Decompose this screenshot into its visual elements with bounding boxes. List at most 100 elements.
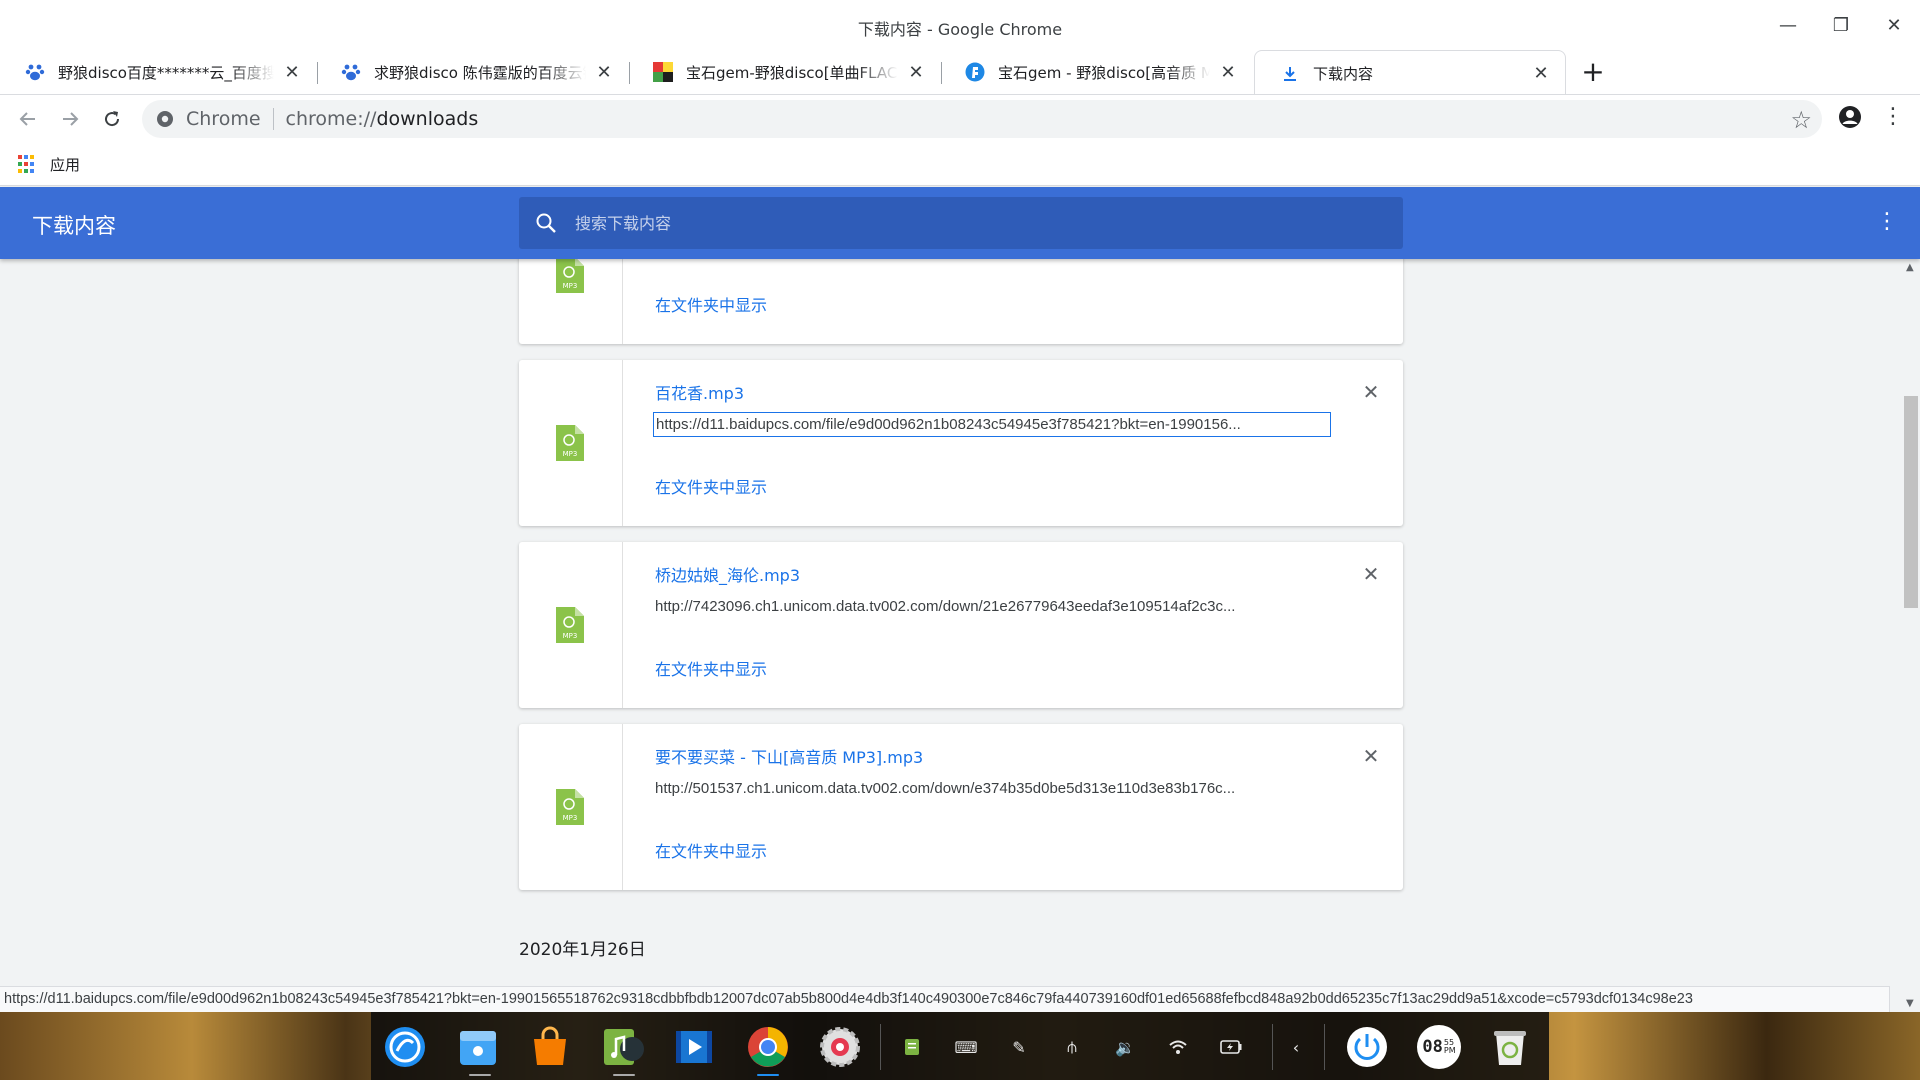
close-window-button[interactable]: ✕	[1880, 12, 1908, 38]
scrollbar-track[interactable]	[1902, 259, 1920, 1013]
reload-icon	[105, 111, 120, 127]
running-indicator	[757, 1074, 779, 1076]
clock-widget[interactable]: 08 55 PM	[1417, 1025, 1461, 1069]
battery-tray-icon[interactable]	[1218, 1034, 1244, 1060]
tab-label: 求野狼disco 陈伟霆版的百度云链接	[374, 63, 586, 82]
reload-button[interactable]	[96, 103, 128, 135]
collapse-tray-icon[interactable]: ‹	[1283, 1034, 1309, 1060]
omnibox-divider	[272, 108, 274, 130]
apps-bookmark[interactable]: 应用	[18, 154, 80, 175]
close-tab-icon[interactable]: ✕	[906, 62, 926, 83]
file-manager-icon[interactable]	[456, 1025, 500, 1069]
dock-separator	[880, 1024, 881, 1070]
music-player-icon[interactable]	[600, 1025, 644, 1069]
page-title: 下载内容	[32, 214, 116, 238]
mp3-file-icon: MP3	[556, 789, 584, 825]
tab-1[interactable]: 野狼disco百度*******云_百度搜索 ✕	[0, 50, 318, 94]
download-item: MP3 要不要买菜 - 下山[高音质 MP3].mp3 http://50153…	[519, 724, 1403, 890]
svg-text:MP3: MP3	[563, 632, 578, 640]
tab-label: 下载内容	[1313, 65, 1374, 83]
power-icon[interactable]	[1345, 1025, 1389, 1069]
forward-button[interactable]	[54, 103, 86, 135]
show-in-folder-link[interactable]: 在文件夹中显示	[655, 838, 767, 862]
search-input[interactable]	[575, 213, 1355, 233]
mp3-file-icon: MP3	[556, 259, 584, 293]
tab-4[interactable]: 宝石gem - 野狼disco[高音质 MP3] ✕	[940, 50, 1252, 94]
chrome-menu-icon[interactable]: ⋮	[1882, 104, 1904, 129]
window-title: 下载内容 - Google Chrome	[857, 20, 1063, 39]
address-bar[interactable]: Chrome chrome://downloads ☆	[142, 100, 1822, 138]
clock-suffix-group: 55 PM	[1444, 1039, 1456, 1055]
dock-separator	[1324, 1024, 1325, 1070]
tab-strip: 野狼disco百度*******云_百度搜索 ✕ 求野狼disco 陈伟霆版的百…	[0, 50, 1920, 96]
downloads-toolbar: 下载内容 ⋮	[0, 187, 1920, 259]
profile-avatar-icon[interactable]	[1838, 105, 1862, 129]
wifi-tray-icon[interactable]	[1165, 1034, 1191, 1060]
close-tab-icon[interactable]: ✕	[1531, 63, 1551, 84]
new-tab-button[interactable]: +	[1578, 58, 1608, 86]
video-player-icon[interactable]	[672, 1025, 716, 1069]
download-item: MP3 桥边姑娘_海伦.mp3 http://7423096.ch1.unico…	[519, 542, 1403, 708]
scroll-down-arrow-icon[interactable]: ▼	[1906, 998, 1914, 1009]
tab-label: 宝石gem-野狼disco[单曲FLAC+MP3]	[686, 63, 898, 82]
minimize-button[interactable]: —	[1774, 12, 1802, 38]
file-icon-column: MP3	[519, 542, 623, 708]
clock-time: 08	[1422, 1037, 1443, 1057]
omnibox-chip: Chrome	[186, 108, 261, 130]
file-name-link[interactable]: 桥边姑娘_海伦.mp3	[655, 562, 800, 586]
download-icon	[1279, 63, 1301, 85]
tab-downloads[interactable]: 下载内容 ✕	[1254, 50, 1566, 96]
baidu-paw-icon	[24, 61, 46, 83]
chrome-icon[interactable]	[746, 1025, 790, 1069]
app-store-icon[interactable]	[528, 1025, 572, 1069]
downloads-menu-icon[interactable]: ⋮	[1876, 209, 1898, 234]
trash-icon[interactable]	[1488, 1025, 1532, 1069]
usb-tray-icon[interactable]: ⫛	[1059, 1034, 1085, 1060]
running-indicator	[613, 1074, 635, 1076]
svg-text:MP3: MP3	[563, 814, 578, 822]
close-tab-icon[interactable]: ✕	[1218, 62, 1238, 83]
link-status-bubble: https://d11.baidupcs.com/file/e9d00d962n…	[0, 986, 1890, 1012]
tab-label: 野狼disco百度*******云_百度搜索	[58, 63, 274, 82]
url-host: downloads	[376, 108, 479, 130]
file-url-link[interactable]: https://d11.baidupcs.com/file/e9d00d962n…	[653, 412, 1331, 437]
tab-2[interactable]: 求野狼disco 陈伟霆版的百度云链接 ✕	[316, 50, 630, 94]
file-icon-column: MP3	[519, 360, 623, 526]
remove-item-icon[interactable]: ✕	[1361, 744, 1381, 768]
browser-toolbar: Chrome chrome://downloads ☆	[0, 94, 1920, 144]
apps-grid-icon	[18, 154, 38, 175]
back-arrow-icon	[19, 112, 35, 126]
bookmark-star-icon[interactable]: ☆	[1790, 106, 1812, 134]
notes-tray-icon[interactable]	[899, 1034, 925, 1060]
back-button[interactable]	[12, 103, 44, 135]
close-tab-icon[interactable]: ✕	[594, 62, 614, 83]
file-name-link[interactable]: 要不要买菜 - 下山[高音质 MP3].mp3	[655, 744, 923, 768]
close-tab-icon[interactable]: ✕	[282, 62, 302, 83]
show-in-folder-link[interactable]: 在文件夹中显示	[655, 656, 767, 680]
running-indicator	[469, 1074, 491, 1076]
keyboard-tray-icon[interactable]: ⌨	[953, 1034, 979, 1060]
search-box[interactable]	[519, 197, 1403, 249]
clock-period: PM	[1443, 1046, 1456, 1055]
deepin-launcher-icon[interactable]	[383, 1025, 427, 1069]
remove-item-icon[interactable]: ✕	[1361, 562, 1381, 586]
mp3-file-icon: MP3	[556, 607, 584, 643]
pen-tray-icon[interactable]: ✎	[1006, 1034, 1032, 1060]
downloads-list: MP3 在文件夹中显示 MP3 百花香.mp3 https://d11.baid…	[0, 259, 1920, 986]
show-in-folder-link[interactable]: 在文件夹中显示	[655, 292, 767, 316]
window-titlebar: 下载内容 - Google Chrome — ❐ ✕	[0, 0, 1920, 50]
volume-tray-icon[interactable]: 🔉	[1112, 1034, 1138, 1060]
scrollbar-thumb[interactable]	[1904, 396, 1918, 608]
scroll-up-arrow-icon[interactable]: ▲	[1906, 262, 1914, 273]
file-url-link[interactable]: http://7423096.ch1.unicom.data.tv002.com…	[655, 598, 1335, 615]
date-header: 2020年1月26日	[519, 940, 646, 960]
download-item: MP3 在文件夹中显示	[519, 259, 1403, 344]
restore-button[interactable]: ❐	[1827, 12, 1855, 38]
file-url-link[interactable]: http://501537.ch1.unicom.data.tv002.com/…	[655, 780, 1335, 797]
settings-icon[interactable]	[818, 1025, 862, 1069]
file-name-link[interactable]: 百花香.mp3	[655, 380, 744, 404]
show-in-folder-link[interactable]: 在文件夹中显示	[655, 474, 767, 498]
tab-3[interactable]: 宝石gem-野狼disco[单曲FLAC+MP3] ✕	[628, 50, 942, 94]
dock-separator	[1272, 1024, 1273, 1070]
remove-item-icon[interactable]: ✕	[1361, 380, 1381, 404]
